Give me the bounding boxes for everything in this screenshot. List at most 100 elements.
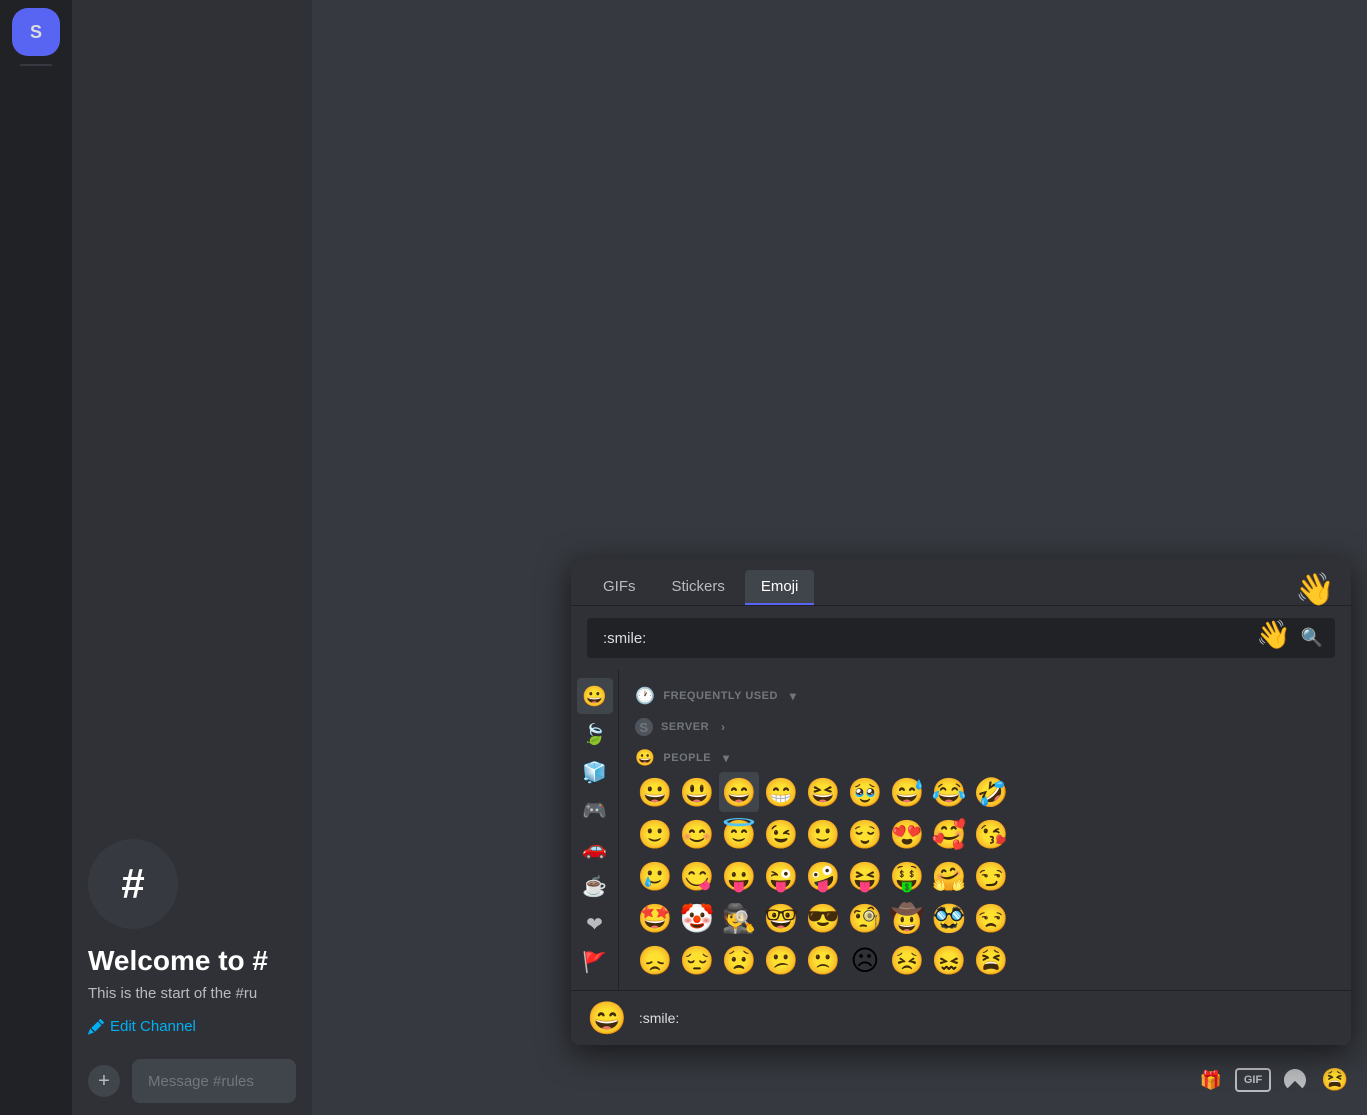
emoji-laughing[interactable]: 😆 [803,772,843,812]
emoji-smirk[interactable]: 😏 [971,856,1011,896]
emoji-grin[interactable]: 😁 [761,772,801,812]
emoji-row-4: 🤩 🤡 🕵 🤓 😎 🧐 🤠 🥸 😒 [635,898,1343,938]
bottom-toolbar: 🎁 GIF 😫 [312,1045,1367,1115]
server-sidebar: S [0,0,72,1115]
category-objects[interactable]: ☕ [577,868,613,904]
emoji-heart-eyes[interactable]: 😍 [887,814,927,854]
picker-tabs: GIFs Stickers Emoji [571,558,1351,606]
category-sidebar: 😀 🍃 🧊 🎮 🚗 ☕ ❤ 🚩 [571,670,619,990]
search-icon: 🔍 [1301,628,1323,649]
message-input-bar: + Message #rules [72,1047,312,1115]
emoji-disguise[interactable]: 🥸 [929,898,969,938]
section-server-label: SERVER [661,721,709,733]
emoji-frowning[interactable]: 🙁 [803,940,843,980]
main-content: 🎁 GIF 😫 👋 GIFs Stickers Emoji 🔍 [312,0,1367,1115]
emoji-frowning-face[interactable]: ☹ [845,940,885,980]
emoji-preview-bar: 😄 :smile: [571,990,1351,1045]
emoji-search-input[interactable] [587,618,1335,658]
emoji-unamused[interactable]: 😒 [971,898,1011,938]
emoji-picker-button[interactable]: 😫 [1319,1064,1351,1096]
emoji-innocent[interactable]: 😇 [719,814,759,854]
category-smiley[interactable]: 😀 [577,678,613,714]
emoji-nerd[interactable]: 🤓 [761,898,801,938]
emoji-picker: 👋 GIFs Stickers Emoji 🔍 👋 😀 🍃 [571,558,1351,1045]
server-icon-s[interactable]: S [12,8,60,56]
emoji-zany[interactable]: 🤪 [803,856,843,896]
channel-welcome-title: Welcome to # [88,945,296,977]
sticker-button[interactable] [1279,1064,1311,1096]
emoji-holding-back-tears[interactable]: 🥲 [635,856,675,896]
emoji-disappointed[interactable]: 😞 [635,940,675,980]
category-flags[interactable]: 🚩 [577,944,613,980]
emoji-yum[interactable]: 😋 [677,856,717,896]
emoji-worried[interactable]: 😔 [677,940,717,980]
emoji-smiley[interactable]: 😃 [677,772,717,812]
category-food[interactable]: 🧊 [577,754,613,790]
tab-emoji[interactable]: Emoji [745,570,815,605]
emoji-relieved[interactable]: 🙂 [803,814,843,854]
emoji-pensive[interactable]: 😌 [845,814,885,854]
emoji-slightly-frowning[interactable]: 😕 [761,940,801,980]
server-icon-letter: S [635,718,653,736]
emoji-row-1: 😀 😃 😄 😁 😆 🥹 😅 😂 🤣 [635,772,1343,812]
server-chevron: › [721,720,726,734]
section-server[interactable]: S SERVER › [635,710,1343,740]
section-frequently-used-label: FREQUENTLY USED [663,690,777,702]
emoji-rofl[interactable]: 🤣 [971,772,1011,812]
tab-stickers[interactable]: Stickers [656,570,741,605]
emoji-pleading[interactable]: 🥹 [845,772,885,812]
emoji-row-3: 🥲 😋 😛 😜 🤪 😝 🤑 🤗 😏 [635,856,1343,896]
emoji-stuck-out-tongue[interactable]: 😛 [719,856,759,896]
people-chevron: ▾ [723,751,730,765]
emoji-kissing-heart[interactable]: 😘 [971,814,1011,854]
picker-body: 😀 🍃 🧊 🎮 🚗 ☕ ❤ 🚩 🕐 FREQUENTLY USED ▾ [571,670,1351,990]
emoji-tired[interactable]: 😫 [971,940,1011,980]
emoji-squinting-tongue[interactable]: 😝 [845,856,885,896]
channel-hash-symbol: # [121,860,144,908]
emoji-grid-area: 🕐 FREQUENTLY USED ▾ S SERVER › 😀 PEOPLE … [619,670,1351,990]
channel-welcome: # Welcome to # This is the start of the … [72,0,312,1115]
preview-emoji-name: :smile: [639,1010,679,1026]
section-people[interactable]: 😀 PEOPLE ▾ [635,740,1343,772]
preview-emoji-display: 😄 [587,999,627,1037]
section-frequently-used[interactable]: 🕐 FREQUENTLY USED ▾ [635,678,1343,710]
emoji-detective[interactable]: 🕵 [719,898,759,938]
emoji-stuck-out-tongue-wink[interactable]: 😜 [761,856,801,896]
category-travel[interactable]: 🚗 [577,830,613,866]
category-activities[interactable]: 🎮 [577,792,613,828]
emoji-confounded[interactable]: 😖 [929,940,969,980]
emoji-wink[interactable]: 😉 [761,814,801,854]
emoji-cowboy[interactable]: 🤠 [887,898,927,938]
emoji-sweat-smile[interactable]: 😅 [887,772,927,812]
emoji-search-container: 🔍 👋 [571,606,1351,670]
emoji-smile[interactable]: 😄 [719,772,759,812]
emoji-grinning[interactable]: 😀 [635,772,675,812]
category-symbols[interactable]: ❤ [577,906,613,942]
clock-icon: 🕐 [635,686,655,706]
plus-icon: + [98,1070,110,1093]
emoji-joy[interactable]: 😂 [929,772,969,812]
channel-welcome-desc: This is the start of the #ru [88,985,296,1002]
message-input[interactable]: Message #rules [132,1059,296,1103]
emoji-persevering[interactable]: 😣 [887,940,927,980]
emoji-clown[interactable]: 🤡 [677,898,717,938]
emoji-blushing[interactable]: 😊 [677,814,717,854]
edit-channel-label: Edit Channel [110,1018,196,1035]
gift-button[interactable]: 🎁 [1195,1064,1227,1096]
edit-channel-button[interactable]: Edit Channel [88,1018,296,1035]
emoji-hugging[interactable]: 🤗 [929,856,969,896]
add-attachment-button[interactable]: + [88,1065,120,1097]
emoji-star-struck[interactable]: 🤩 [635,898,675,938]
emoji-slightly-smiling[interactable]: 🙂 [635,814,675,854]
category-nature[interactable]: 🍃 [577,716,613,752]
emoji-confused[interactable]: 😟 [719,940,759,980]
message-placeholder: Message #rules [148,1073,254,1090]
frequently-used-chevron: ▾ [790,689,797,703]
tab-gifs[interactable]: GIFs [587,570,652,605]
gif-button[interactable]: GIF [1235,1068,1271,1092]
channel-sidebar: # Welcome to # This is the start of the … [72,0,312,1115]
emoji-money-mouth[interactable]: 🤑 [887,856,927,896]
emoji-smiling-hearts[interactable]: 🥰 [929,814,969,854]
emoji-sunglasses[interactable]: 😎 [803,898,843,938]
emoji-monocle[interactable]: 🧐 [845,898,885,938]
